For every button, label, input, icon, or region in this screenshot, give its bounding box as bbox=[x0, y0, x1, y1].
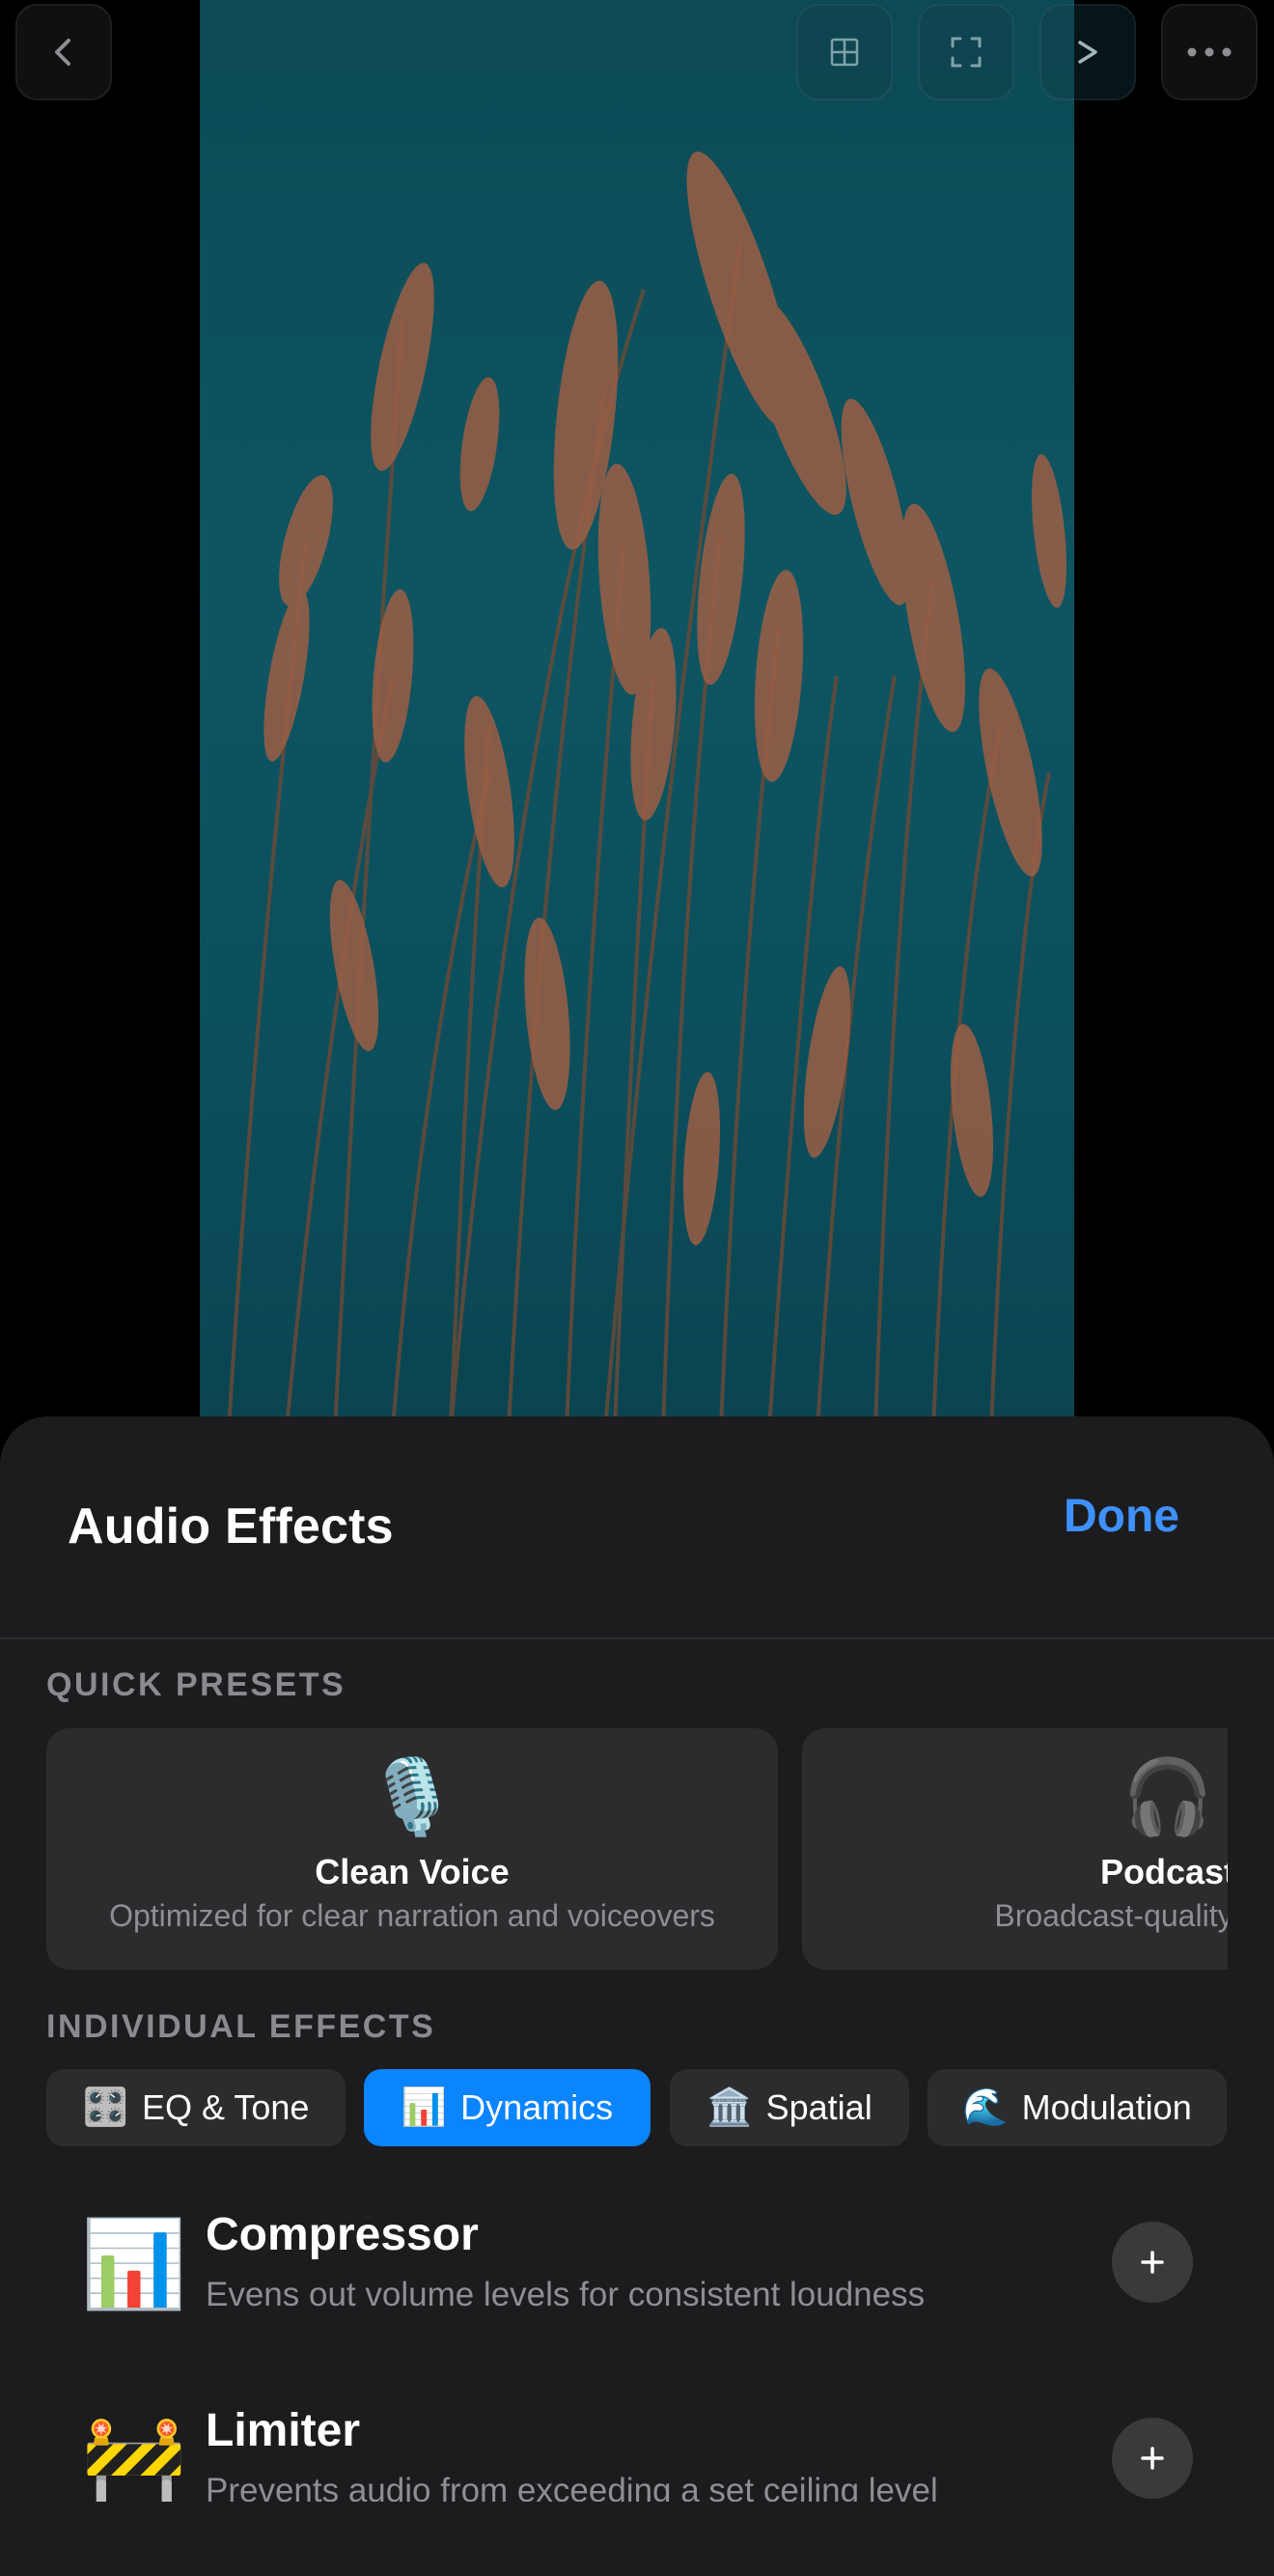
next-button[interactable] bbox=[1039, 4, 1136, 100]
bar-chart-icon: 📊 bbox=[81, 2216, 187, 2311]
bar-chart-icon: 📊 bbox=[401, 2087, 448, 2128]
preset-description: Optimized for clear narration and voiceo… bbox=[109, 1898, 715, 1933]
preset-description: Broadcast-quality speech bbox=[994, 1898, 1228, 1933]
audio-effects-sheet: Audio Effects Done QUICK PRESETS 🎙️ Clea… bbox=[0, 1416, 1274, 2576]
back-button[interactable] bbox=[15, 4, 112, 100]
more-dots-icon bbox=[1187, 47, 1232, 57]
preset-card-podcast[interactable]: 🎧 Podcast Broadcast-quality speech bbox=[802, 1728, 1228, 1970]
chevron-left-icon bbox=[55, 39, 70, 66]
plus-icon bbox=[1141, 2447, 1164, 2470]
tab-label: Spatial bbox=[765, 2087, 872, 2127]
effect-name: Limiter bbox=[206, 2405, 361, 2456]
headphones-icon: 🎧 bbox=[1122, 1756, 1214, 1838]
classical-building-icon: 🏛️ bbox=[706, 2087, 753, 2128]
tab-spatial[interactable]: 🏛️ Spatial bbox=[670, 2069, 909, 2146]
tab-label: Modulation bbox=[1021, 2087, 1192, 2127]
sheet-title: Audio Effects bbox=[68, 1498, 394, 1554]
tab-dynamics[interactable]: 📊 Dynamics bbox=[364, 2069, 651, 2146]
effect-description: Evens out volume levels for consistent l… bbox=[206, 2276, 926, 2313]
microphone-icon: 🎙️ bbox=[366, 1756, 458, 1838]
presets-scroller[interactable]: 🎙️ Clean Voice Optimized for clear narra… bbox=[46, 1728, 1228, 1970]
tab-label: EQ & Tone bbox=[141, 2087, 310, 2127]
header-divider bbox=[0, 1638, 1274, 1639]
more-button[interactable] bbox=[1161, 4, 1258, 100]
preset-name: Podcast bbox=[1099, 1852, 1228, 1891]
grid-button[interactable] bbox=[796, 4, 893, 100]
done-button[interactable]: Done bbox=[1064, 1490, 1179, 1543]
control-knobs-icon: 🎛️ bbox=[82, 2087, 128, 2128]
preset-card-clean-voice[interactable]: 🎙️ Clean Voice Optimized for clear narra… bbox=[46, 1728, 778, 1970]
preset-name: Clean Voice bbox=[315, 1852, 510, 1891]
quick-presets-label: QUICK PRESETS bbox=[46, 1666, 346, 1703]
effect-name: Compressor bbox=[206, 2209, 479, 2260]
plus-icon bbox=[1141, 2251, 1164, 2274]
tab-eq-tone[interactable]: 🎛️ EQ & Tone bbox=[46, 2069, 346, 2146]
wave-icon: 🌊 bbox=[962, 2087, 1009, 2128]
add-limiter-button[interactable] bbox=[1112, 2418, 1193, 2499]
tab-modulation[interactable]: 🌊 Modulation bbox=[928, 2069, 1227, 2146]
add-compressor-button[interactable] bbox=[1112, 2222, 1193, 2303]
video-preview[interactable] bbox=[200, 0, 1074, 1429]
grid-icon bbox=[830, 38, 859, 67]
scroll-clip-area bbox=[0, 2502, 1274, 2576]
chevron-right-icon bbox=[1078, 41, 1097, 64]
construction-barrier-icon: 🚧 bbox=[81, 2412, 187, 2507]
fullscreen-button[interactable] bbox=[918, 4, 1014, 100]
reed-grass-image bbox=[227, 151, 1066, 1429]
effect-category-tabs[interactable]: 🎛️ EQ & Tone 📊 Dynamics 🏛️ Spatial 🌊 Mod… bbox=[46, 2069, 1228, 2146]
tab-label: Dynamics bbox=[460, 2087, 614, 2127]
effect-row-compressor[interactable]: 📊 Compressor Evens out volume levels for… bbox=[0, 2198, 1274, 2334]
individual-effects-label: INDIVIDUAL EFFECTS bbox=[46, 2008, 436, 2045]
fullscreen-icon bbox=[951, 37, 982, 68]
